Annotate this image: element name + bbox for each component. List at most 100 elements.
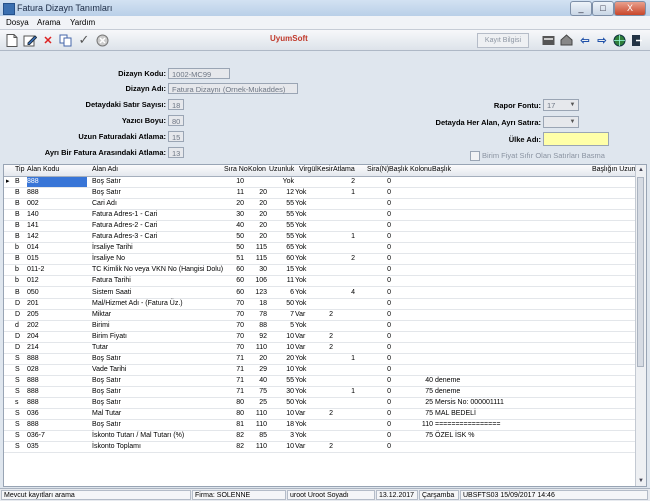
- copy-icon[interactable]: [57, 32, 73, 48]
- rapor-fontu-select[interactable]: 17 ▼: [543, 99, 579, 111]
- table-row[interactable]: S 028 Vade Tarihi 71 29 10 Yok 0: [4, 365, 636, 376]
- cell-sira-no: 70: [236, 332, 244, 340]
- cell-kesir: 2: [329, 310, 333, 318]
- col-sira-no[interactable]: Sıra No: [224, 166, 248, 173]
- cell-sira-n: 0: [387, 321, 391, 329]
- cell-alan-kodu: 888: [27, 189, 39, 197]
- table-row[interactable]: B 050 Sistem Saati 60 123 6 Yok 4 0: [4, 288, 636, 299]
- table-row[interactable]: B 015 İrsaliye No 51 115 60 Yok 2 0: [4, 254, 636, 266]
- cell-alan-adi: Boş Satır: [92, 178, 121, 185]
- cell-sira-n: 0: [387, 310, 391, 318]
- cell-sira-no: 71: [236, 376, 244, 384]
- table-row[interactable]: B 142 Fatura Adres-3 - Cari 50 20 55 Yok 1 0: [4, 232, 636, 244]
- cell-kolon: 25: [259, 399, 267, 406]
- vertical-scrollbar[interactable]: ▲ ▼: [635, 165, 646, 486]
- cell-kolon: 75: [259, 387, 267, 395]
- cell-alan-kodu: 201: [27, 299, 39, 307]
- col-uzunluk[interactable]: Uzunluk: [269, 166, 294, 173]
- cell-virgul: Var: [295, 443, 306, 451]
- table-row[interactable]: B 888 Boş Satır 11 20 12 Yok 1 0: [4, 188, 636, 200]
- table-row[interactable]: S 888 Boş Satır 71 75 30 Yok 1 0 75 deneme: [4, 387, 636, 398]
- ayri-fatura-field[interactable]: 13: [168, 147, 184, 158]
- cell-alan-adi: Tutar: [92, 343, 109, 351]
- table-row[interactable]: D 201 Mal/Hizmet Adı - (Fatura Üz.) 70 18 50 Y…: [4, 299, 636, 310]
- table-row[interactable]: S 888 Boş Satır 71 20 20 Yok 1 0: [4, 354, 636, 365]
- detay-satir-field[interactable]: 18: [168, 99, 184, 110]
- delete-icon[interactable]: ✕: [40, 32, 56, 48]
- table-row[interactable]: d 202 Birimi 70 88 5 Yok 0: [4, 321, 636, 332]
- col-kesir[interactable]: Kesir: [317, 166, 333, 173]
- table-row[interactable]: b 012 Fatura Tarihi 60 106 11 Yok 0: [4, 276, 636, 288]
- cell-sira-no: 71: [236, 365, 244, 373]
- status-user: uroot Uroot Soyadı: [287, 490, 375, 500]
- cell-sira-n: 0: [387, 189, 391, 197]
- col-baslik-uzun[interactable]: Başlığın Uzun: [592, 166, 636, 173]
- cell-kolon: 88: [259, 321, 267, 329]
- cell-tip: b: [15, 277, 19, 285]
- brand-title: UyumSoft: [270, 34, 308, 43]
- cell-tip: B: [15, 178, 20, 185]
- table-row[interactable]: S 036-7 İskonto Tutarı / Mal Tutarı (%) 82 8…: [4, 431, 636, 443]
- new-icon[interactable]: [4, 32, 20, 48]
- table-row[interactable]: S 888 Boş Satır 71 40 55 Yok 0 40 deneme: [4, 376, 636, 387]
- table-row[interactable]: B 002 Cari Adı 20 20 55 Yok 0: [4, 199, 636, 211]
- check-icon[interactable]: ✓: [76, 32, 92, 48]
- design-grid[interactable]: Tip Alan Kodu Alan Adı Sıra No Kolon Uzu…: [3, 164, 647, 487]
- scroll-down-icon[interactable]: ▼: [636, 476, 646, 486]
- table-row[interactable]: B 141 Fatura Adres-2 - Cari 40 20 55 Yok 0: [4, 221, 636, 233]
- table-row[interactable]: S 036 Mal Tutar 80 110 10 Var 2 0 75 MAL BEDELİ: [4, 409, 636, 421]
- col-alan-adi[interactable]: Alan Adı: [92, 166, 118, 173]
- col-alan-kodu[interactable]: Alan Kodu: [27, 166, 59, 173]
- table-row[interactable]: s 888 Boş Satır 80 25 50 Yok 0 25 Mersis No: 0000…: [4, 398, 636, 409]
- detay-ayri-select[interactable]: ▼: [543, 116, 579, 128]
- minimize-button[interactable]: _: [570, 1, 592, 16]
- col-baslik-kolonu[interactable]: Başlık Kolonu: [389, 166, 432, 173]
- col-tip[interactable]: Tip: [15, 166, 24, 173]
- scroll-up-icon[interactable]: ▲: [636, 165, 646, 175]
- col-virgul[interactable]: Virgül: [299, 166, 317, 173]
- birim-fiyat-checkbox[interactable]: [470, 151, 480, 161]
- col-baslik[interactable]: Başlık: [432, 166, 451, 173]
- forward-arrow-icon[interactable]: ⇨: [594, 32, 610, 48]
- maximize-button[interactable]: □: [592, 1, 614, 16]
- table-row[interactable]: b 011-2 TC Kimlik No veya VKN No (Hangisi …: [4, 265, 636, 277]
- ulke-adi-field[interactable]: [543, 132, 609, 146]
- title-bar: Fatura Dizayn Tanımları _ □ X: [0, 0, 650, 17]
- table-row[interactable]: b 014 İrsaliye Tarihi 50 115 65 Yok 0: [4, 243, 636, 255]
- scroll-thumb[interactable]: [637, 177, 644, 367]
- menu-dosya[interactable]: Dosya: [6, 18, 29, 27]
- cell-atlama: 1: [351, 354, 355, 362]
- cell-kolon: 29: [259, 365, 267, 373]
- home-icon[interactable]: [558, 32, 574, 48]
- card-icon[interactable]: [540, 32, 556, 48]
- exit-icon[interactable]: [629, 32, 645, 48]
- col-kolon[interactable]: Kolon: [248, 166, 266, 173]
- menu-arama[interactable]: Arama: [37, 18, 61, 27]
- cell-alan-adi: Vade Tarihi: [92, 365, 127, 373]
- cell-kolon: 115: [255, 255, 267, 263]
- cell-tip: B: [15, 288, 20, 296]
- menu-yardim[interactable]: Yardım: [70, 18, 95, 27]
- cell-atlama: 1: [351, 233, 355, 241]
- table-row[interactable]: D 205 Miktar 70 78 7 Var 2 0: [4, 310, 636, 321]
- table-row[interactable]: ▸ B 888 Boş Satır 10 Yok 2 0: [4, 177, 636, 188]
- col-atlama[interactable]: Atlama: [333, 166, 355, 173]
- yazici-boyu-field[interactable]: 80: [168, 115, 184, 126]
- globe-icon[interactable]: [611, 32, 627, 48]
- table-row[interactable]: B 140 Fatura Adres-1 - Cari 30 20 55 Yok 0: [4, 210, 636, 222]
- table-row[interactable]: S 035 İskonto Toplamı 82 110 10 Var 2 0: [4, 442, 636, 454]
- cancel-icon[interactable]: [94, 32, 110, 48]
- kayit-bilgisi-button[interactable]: Kayıt Bilgisi: [477, 33, 529, 48]
- col-sira-n[interactable]: Sira(N): [367, 166, 389, 173]
- close-button[interactable]: X: [614, 1, 646, 16]
- cell-alan-adi: Birim Fiyatı: [92, 332, 127, 340]
- uzun-fatura-field[interactable]: 15: [168, 131, 184, 142]
- dizayn-adi-field[interactable]: Fatura Dizaynı (Ornek-Mukaddes): [168, 83, 298, 94]
- dizayn-kodu-field[interactable]: 1002-MC99: [168, 68, 230, 79]
- cell-uzunluk: 15: [286, 266, 294, 274]
- table-row[interactable]: D 204 Birim Fiyatı 70 92 10 Var 2 0: [4, 332, 636, 343]
- back-arrow-icon[interactable]: ⇦: [577, 32, 593, 48]
- edit-icon[interactable]: [22, 32, 38, 48]
- table-row[interactable]: D 214 Tutar 70 110 10 Var 2 0: [4, 343, 636, 354]
- table-row[interactable]: S 888 Boş Satır 81 110 18 Yok 0 110 =============…: [4, 420, 636, 432]
